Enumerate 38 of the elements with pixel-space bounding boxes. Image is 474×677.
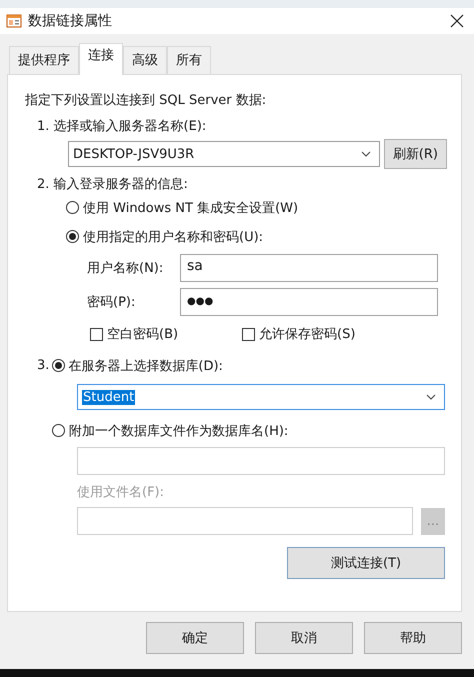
password-label: 密码(P): xyxy=(87,294,136,311)
step-label: 1. 选择或输入服务器名称(E): xyxy=(37,118,208,135)
filename-label: 使用文件名(F): xyxy=(77,484,166,501)
close-icon[interactable] xyxy=(450,14,464,28)
refresh-button[interactable]: 刷新(R) xyxy=(384,139,447,169)
checkbox-label: 空白密码(B) xyxy=(107,326,178,343)
step-number: 3. xyxy=(37,358,50,373)
server-combobox[interactable]: DESKTOP-JSV9U3R xyxy=(68,141,380,167)
radio-label: 使用指定的用户名称和密码(U): xyxy=(83,228,264,246)
username-field[interactable]: sa xyxy=(180,254,438,282)
username-label: 用户名称(N): xyxy=(87,260,164,277)
password-field[interactable]: ●●● xyxy=(180,288,438,316)
radio-button[interactable] xyxy=(52,424,65,437)
step-label: 2. 输入登录服务器的信息: xyxy=(37,176,189,193)
test-connection-button[interactable]: 测试连接(T) xyxy=(287,547,445,579)
radio-button[interactable] xyxy=(52,359,66,372)
tab[interactable]: 所有 xyxy=(167,46,211,74)
window-title: 数据链接属性 xyxy=(28,12,113,30)
tab[interactable]: 连接 xyxy=(79,43,123,75)
dropdown-icon xyxy=(426,394,436,400)
window-icon xyxy=(6,13,22,29)
checkbox[interactable] xyxy=(90,328,103,340)
instruction-text: 指定下列设置以连接到 SQL Server 数据: xyxy=(25,92,268,109)
radio-button[interactable] xyxy=(66,230,79,243)
tab[interactable]: 高级 xyxy=(123,46,167,74)
database-combobox[interactable]: Student xyxy=(77,384,445,410)
dialog-button[interactable]: 帮助 xyxy=(364,622,462,654)
radio-button[interactable] xyxy=(66,201,79,214)
dropdown-icon xyxy=(360,151,371,157)
dialog-button[interactable]: 取消 xyxy=(255,622,353,654)
database-value: Student xyxy=(82,390,136,404)
radio-label: 使用 Windows NT 集成安全设置(W) xyxy=(83,200,298,216)
tab[interactable]: 提供程序 xyxy=(9,46,79,74)
radio-label: 在服务器上选择数据库(D): xyxy=(68,358,223,374)
dialog-button[interactable]: 确定 xyxy=(146,622,244,654)
checkbox-label: 允许保存密码(S) xyxy=(259,326,356,343)
radio-label: 附加一个数据库文件作为数据库名(H): xyxy=(69,422,288,440)
checkbox[interactable] xyxy=(242,328,255,340)
